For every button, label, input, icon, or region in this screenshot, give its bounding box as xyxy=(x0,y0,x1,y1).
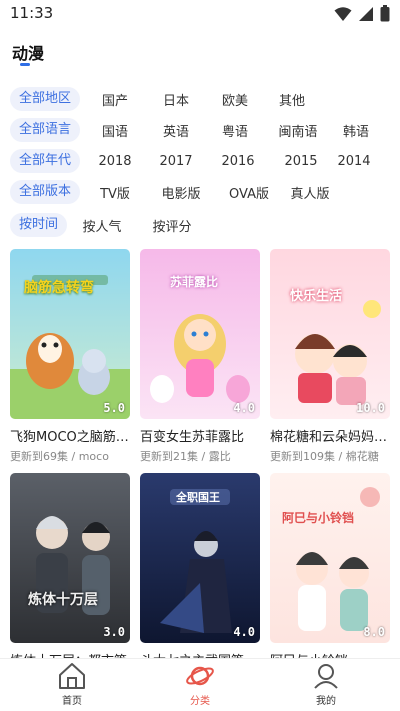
nav-category[interactable]: 分类 xyxy=(170,662,230,707)
filter-option[interactable]: 日本 xyxy=(146,90,206,109)
filter-row-region: 全部地区 国产 日本 欧美 其他 xyxy=(10,87,320,111)
sort-option[interactable]: 按评分 xyxy=(133,216,211,235)
home-icon xyxy=(59,663,85,689)
filter-version-all[interactable]: 全部版本 xyxy=(10,180,81,204)
poster-text: 苏菲露比 xyxy=(170,275,219,289)
signal-icon xyxy=(359,6,373,21)
filter-row-language: 全部语言 国语 英语 粤语 闽南语 韩语 xyxy=(10,118,380,142)
title-underline xyxy=(20,63,30,66)
page-title: 动漫 xyxy=(12,44,45,63)
status-time: 11:33 xyxy=(10,4,54,22)
poster-text: 炼体十万层 xyxy=(28,592,98,608)
filter-option[interactable]: OVA版 xyxy=(216,183,282,202)
rating-score: 4.0 xyxy=(233,625,255,639)
card-subtitle: 更新到109集 / 棉花糖 xyxy=(270,450,379,463)
rating-score: 8.0 xyxy=(363,625,385,639)
nav-profile-label: 我的 xyxy=(316,696,336,707)
nav-category-label: 分类 xyxy=(190,696,210,707)
poster-image: 炼体十万层 3.0 xyxy=(10,473,130,643)
filter-year-all[interactable]: 全部年代 xyxy=(10,149,81,173)
poster-image: 全职国王 4.0 xyxy=(140,473,260,643)
card-title: 百变女生苏菲露比 xyxy=(140,430,245,445)
filter-option[interactable]: 2014 xyxy=(332,154,376,169)
user-icon xyxy=(314,664,338,689)
poster-image: 脑筋急转弯 5.0 xyxy=(10,249,130,419)
poster-text: 阿巳与小铃铛 xyxy=(282,511,355,525)
rating-score: 4.0 xyxy=(233,401,255,415)
poster-text: 快乐生活 xyxy=(290,289,343,304)
wifi-icon xyxy=(334,6,352,21)
poster-image: 阿巳与小铃铛 8.0 xyxy=(270,473,390,643)
rating-score: 5.0 xyxy=(103,401,125,415)
card-title: 飞狗MOCO之脑筋急转弯 xyxy=(10,430,130,445)
filter-option[interactable]: 粤语 xyxy=(206,121,264,140)
video-card[interactable]: 阿巳与小铃铛 8.0 阿巳与小铃铛 xyxy=(270,473,390,669)
filter-option[interactable]: 2015 xyxy=(270,154,332,169)
rating-score: 10.0 xyxy=(356,401,385,415)
filter-language-all[interactable]: 全部语言 xyxy=(10,118,81,142)
filter-option[interactable]: 国产 xyxy=(84,90,146,109)
card-subtitle: 更新到21集 / 露比 xyxy=(140,450,231,463)
filter-row-year: 全部年代 2018 2017 2016 2015 2014 xyxy=(10,149,376,173)
card-title: 棉花糖和云朵妈妈-快乐生活 xyxy=(270,430,390,445)
filter-option[interactable]: 2017 xyxy=(146,154,206,169)
filter-row-sort: 按时间 按人气 按评分 xyxy=(10,213,211,237)
bottom-nav: 首页 分类 我的 xyxy=(0,658,400,711)
nav-home-label: 首页 xyxy=(62,696,82,707)
nav-profile[interactable]: 我的 xyxy=(296,662,356,707)
video-card[interactable]: 全职国王 4.0 斗大七之主武国篇 xyxy=(140,473,260,669)
video-card[interactable]: 炼体十万层 3.0 炼体十万层：都市篇 xyxy=(10,473,130,669)
status-bar: 11:33 xyxy=(0,0,400,28)
filter-option[interactable]: 英语 xyxy=(146,121,206,140)
card-subtitle: 更新到69集 / moco xyxy=(10,450,109,463)
filter-option[interactable]: 2016 xyxy=(206,154,270,169)
video-card[interactable]: 苏菲露比 4.0 百变女生苏菲露比 更新到21集 / 露比 xyxy=(140,249,260,464)
status-icons xyxy=(334,5,390,22)
battery-icon xyxy=(380,5,390,22)
poster-image: 快乐生活 10.0 xyxy=(270,249,390,419)
filter-option[interactable]: 2018 xyxy=(84,154,146,169)
sort-option[interactable]: 按人气 xyxy=(71,216,133,235)
filter-option[interactable]: 电影版 xyxy=(146,183,216,202)
filter-option[interactable]: 其他 xyxy=(264,90,320,109)
poster-text: 脑筋急转弯 xyxy=(24,280,94,296)
filter-option[interactable]: 欧美 xyxy=(206,90,264,109)
nav-home[interactable]: 首页 xyxy=(42,662,102,707)
filter-option[interactable]: TV版 xyxy=(84,183,146,202)
sort-by-time[interactable]: 按时间 xyxy=(10,213,68,237)
poster-text: 全职国王 xyxy=(176,491,220,504)
poster-image: 苏菲露比 4.0 xyxy=(140,249,260,419)
filter-option[interactable]: 闽南语 xyxy=(264,121,332,140)
filter-option[interactable]: 韩语 xyxy=(332,121,380,140)
rating-score: 3.0 xyxy=(103,625,125,639)
video-card[interactable]: 脑筋急转弯 5.0 飞狗MOCO之脑筋急转弯 更新到69集 / moco xyxy=(10,249,130,464)
video-card[interactable]: 快乐生活 10.0 棉花糖和云朵妈妈-快乐生活 更新到109集 / 棉花糖 xyxy=(270,249,390,464)
filter-option[interactable]: 国语 xyxy=(84,121,146,140)
filter-option[interactable]: 真人版 xyxy=(282,183,338,202)
planet-icon xyxy=(186,666,214,686)
filter-region-all[interactable]: 全部地区 xyxy=(10,87,81,111)
filter-row-version: 全部版本 TV版 电影版 OVA版 真人版 xyxy=(10,180,338,204)
